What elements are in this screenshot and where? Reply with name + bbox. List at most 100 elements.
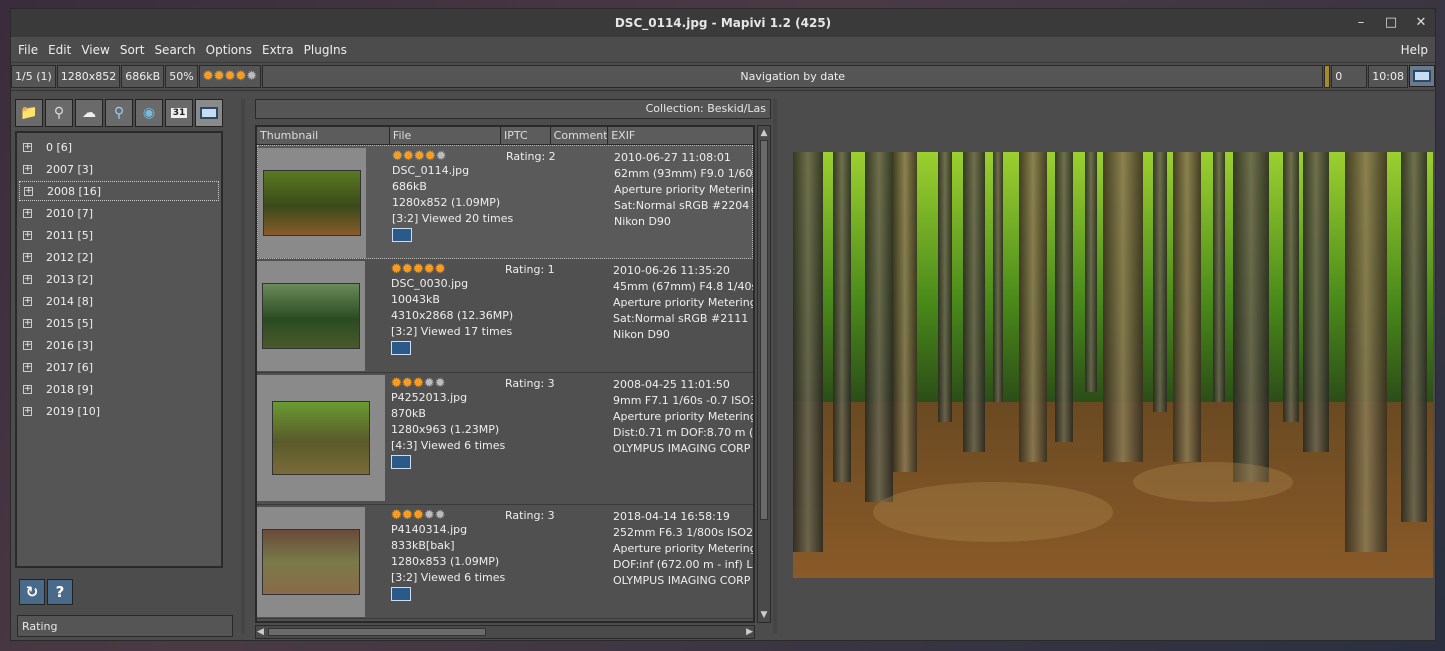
star-filled-icon[interactable]: ✹ [392, 150, 403, 163]
expand-icon[interactable]: + [23, 164, 32, 174]
scroll-down-icon[interactable]: ▼ [758, 608, 770, 622]
scroll-left-icon[interactable]: ◀ [257, 626, 264, 638]
tree-item[interactable]: +2007 [3] [19, 159, 219, 179]
list-vertical-scrollbar[interactable]: ▲ ▼ [757, 125, 771, 623]
row-rating[interactable]: ✹ ✹ ✹ ✹ ✹ [391, 509, 505, 522]
column-thumbnail[interactable]: Thumbnail [257, 127, 390, 145]
tree-item[interactable]: +2019 [10] [19, 401, 219, 421]
star-filled-icon[interactable]: ✹ [414, 150, 425, 163]
thumbnail-frame[interactable] [258, 148, 366, 258]
menu-sort[interactable]: Sort [115, 43, 150, 57]
location-tab[interactable]: ◉ [135, 99, 163, 127]
cloud-tab[interactable]: ☁ [75, 99, 103, 127]
menu-edit[interactable]: Edit [43, 43, 76, 57]
expand-icon[interactable]: + [23, 362, 32, 372]
image-preview[interactable] [793, 152, 1433, 578]
expand-icon[interactable]: + [23, 142, 32, 152]
table-row[interactable]: ✹ ✹ ✹ ✹ ✹ P4252013.jpg 870kB 1280x963 (1.23MP)[… [257, 373, 753, 505]
star-filled-icon[interactable]: ✹ [413, 377, 424, 390]
tree-item[interactable]: +2011 [5] [19, 225, 219, 245]
row-rating[interactable]: ✹ ✹ ✹ ✹ ✹ [391, 377, 505, 390]
refresh-button[interactable]: ↻ [19, 579, 45, 605]
right-splitter[interactable] [773, 99, 777, 634]
star-empty-icon[interactable]: ✹ [424, 377, 435, 390]
tree-item[interactable]: +2016 [3] [19, 335, 219, 355]
image-file-icon[interactable] [392, 228, 412, 242]
expand-icon[interactable]: + [23, 340, 32, 350]
star-filled-icon[interactable]: ✹ [402, 377, 413, 390]
column-iptc[interactable]: IPTC [501, 127, 551, 145]
close-icon[interactable]: ✕ [1413, 14, 1429, 30]
expand-icon[interactable]: + [23, 252, 32, 262]
scroll-thumb[interactable] [760, 140, 768, 520]
hscroll-thumb[interactable] [268, 628, 486, 636]
thumbnail-frame[interactable] [257, 507, 365, 617]
star-empty-icon[interactable]: ✹ [435, 509, 446, 522]
star-filled-icon[interactable]: ✹ [391, 263, 402, 276]
column-file[interactable]: File [389, 127, 502, 145]
thumbnail-image[interactable] [272, 401, 370, 475]
thumbnail-image[interactable] [263, 170, 361, 236]
collection-tab[interactable] [195, 99, 223, 127]
table-row[interactable]: ✹ ✹ ✹ ✹ ✹ DSC_0114.jpg 686kB 1280x852 (1.09MP)[… [257, 145, 753, 259]
row-rating[interactable]: ✹ ✹ ✹ ✹ ✹ [392, 150, 513, 163]
table-row[interactable]: ✹ ✹ ✹ ✹ ✹ P4140314.jpg 833kB[bak] 1280x853 (1.0… [257, 505, 753, 619]
tree-item[interactable]: +0 [6] [19, 137, 219, 157]
thumbnail-image[interactable] [262, 283, 360, 349]
expand-icon[interactable]: + [23, 384, 32, 394]
tree-item[interactable]: +2018 [9] [19, 379, 219, 399]
scroll-up-icon[interactable]: ▲ [758, 126, 770, 140]
star-filled-icon[interactable]: ✹ [402, 263, 413, 276]
image-file-icon[interactable] [391, 587, 411, 601]
star-empty-icon[interactable]: ✹ [246, 70, 257, 83]
folder-tab[interactable]: 📁 [15, 99, 43, 127]
expand-icon[interactable]: + [23, 274, 32, 284]
star-filled-icon[interactable]: ✹ [413, 263, 424, 276]
tree-item[interactable]: +2015 [5] [19, 313, 219, 333]
status-rating[interactable]: ✹ ✹ ✹ ✹ ✹ [198, 65, 262, 88]
thumbnail-frame[interactable] [257, 261, 365, 371]
display-button[interactable] [1409, 65, 1435, 87]
column-comments[interactable]: Comments [550, 127, 609, 145]
star-empty-icon[interactable]: ✹ [435, 377, 446, 390]
expand-icon[interactable]: + [23, 230, 32, 240]
tree-item[interactable]: +2013 [2] [19, 269, 219, 289]
maximize-icon[interactable]: □ [1383, 14, 1399, 30]
menu-search[interactable]: Search [149, 43, 200, 57]
tree-item[interactable]: +2017 [6] [19, 357, 219, 377]
tree-item[interactable]: +2012 [2] [19, 247, 219, 267]
tree-item[interactable]: +2008 [16] [19, 181, 219, 201]
tree-item[interactable]: +2014 [8] [19, 291, 219, 311]
help-button[interactable]: ? [47, 579, 73, 605]
date-tab[interactable]: 31 [165, 99, 193, 127]
keyword-tab[interactable]: ⚲ [45, 99, 73, 127]
star-filled-icon[interactable]: ✹ [435, 263, 446, 276]
thumbnail-frame[interactable] [257, 375, 385, 501]
image-file-icon[interactable] [391, 455, 411, 469]
star-filled-icon[interactable]: ✹ [402, 509, 413, 522]
expand-icon[interactable]: + [23, 208, 32, 218]
star-empty-icon[interactable]: ✹ [436, 150, 447, 163]
expand-icon[interactable]: + [23, 406, 32, 416]
star-filled-icon[interactable]: ✹ [224, 70, 235, 83]
list-horizontal-scrollbar[interactable]: ◀ ▶ [255, 625, 755, 639]
expand-icon[interactable]: + [23, 296, 32, 306]
star-filled-icon[interactable]: ✹ [424, 263, 435, 276]
star-empty-icon[interactable]: ✹ [424, 509, 435, 522]
row-rating[interactable]: ✹ ✹ ✹ ✹ ✹ [391, 263, 513, 276]
menu-extra[interactable]: Extra [257, 43, 299, 57]
star-filled-icon[interactable]: ✹ [403, 150, 414, 163]
scroll-right-icon[interactable]: ▶ [746, 626, 753, 638]
thumbnail-image[interactable] [262, 529, 360, 595]
minimize-icon[interactable]: – [1353, 14, 1369, 30]
tree-item[interactable]: +2010 [7] [19, 203, 219, 223]
menu-view[interactable]: View [76, 43, 114, 57]
search-tab[interactable]: ⚲ [105, 99, 133, 127]
star-filled-icon[interactable]: ✹ [391, 509, 402, 522]
image-file-icon[interactable] [391, 341, 411, 355]
table-row[interactable]: ✹ ✹ ✹ ✹ ✹ DSC_0030.jpg 10043kB 4310x2868 (12.36… [257, 259, 753, 373]
left-splitter[interactable] [241, 99, 245, 634]
menu-options[interactable]: Options [201, 43, 257, 57]
star-filled-icon[interactable]: ✹ [235, 70, 246, 83]
star-filled-icon[interactable]: ✹ [214, 70, 225, 83]
